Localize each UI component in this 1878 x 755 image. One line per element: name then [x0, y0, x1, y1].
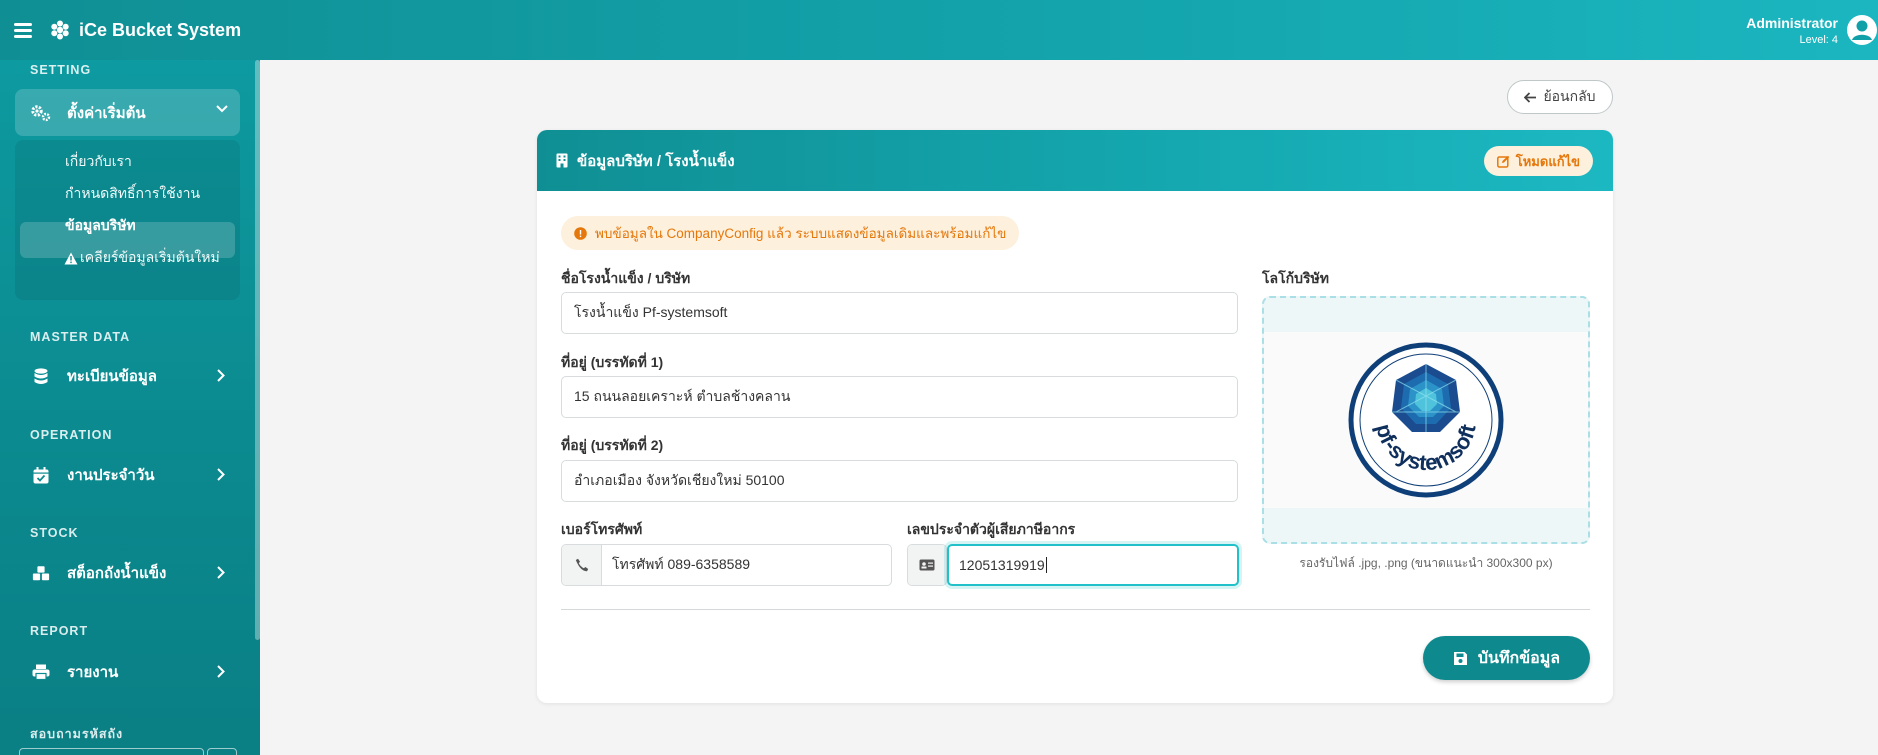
sidebar-item-registry[interactable]: ทะเบียนข้อมูล	[15, 356, 240, 396]
printer-icon	[32, 664, 50, 680]
company-logo: pf-systemsoft	[1348, 342, 1504, 498]
top-bar: iCe Bucket System Administrator Level: 4	[0, 0, 1878, 60]
bucket-code-input[interactable]	[19, 748, 204, 755]
hamburger-menu-icon[interactable]	[14, 22, 36, 38]
sidebar-item-label: ตั้งค่าเริ่มต้น	[67, 104, 146, 122]
submenu-item-about[interactable]: เกี่ยวกับเรา	[65, 151, 132, 173]
info-notice: พบข้อมูลใน CompanyConfig แล้ว ระบบแสดงข้…	[561, 216, 1020, 250]
sidebar-scrollbar[interactable]	[255, 60, 260, 640]
section-stock: STOCK	[30, 526, 79, 540]
notice-text: พบข้อมูลใน CompanyConfig แล้ว ระบบแสดงข้…	[595, 226, 1007, 241]
sidebar-item-label: งานประจำวัน	[67, 467, 155, 484]
sidebar-item-settings[interactable]: ตั้งค่าเริ่มต้น	[15, 89, 240, 136]
save-button[interactable]: บันทึกข้อมูล	[1423, 636, 1590, 680]
chevron-right-icon	[217, 665, 225, 678]
tax-id-addon	[907, 544, 947, 586]
submenu-item-clear[interactable]: เคลียร์ข้อมูลเริ่มต้นใหม่	[64, 247, 220, 269]
company-name-label: ชื่อโรงน้ำแข็ง / บริษัท	[561, 270, 691, 286]
cubes-icon	[32, 565, 50, 580]
logo-upload-area[interactable]: pf-systemsoft	[1262, 296, 1590, 544]
warning-icon	[64, 252, 78, 264]
bucket-search-button[interactable]	[207, 748, 237, 755]
gears-icon	[31, 104, 51, 121]
sidebar: SETTING ตั้งค่าเริ่มต้น เกี่ยวกับเรา กำห…	[0, 60, 260, 755]
calendar-check-icon	[33, 466, 49, 483]
address1-label: ที่อยู่ (บรรทัดที่ 1)	[561, 354, 664, 370]
id-card-icon	[919, 559, 935, 571]
user-name: Administrator	[1746, 14, 1838, 31]
building-icon	[556, 153, 568, 168]
section-lookup: สอบถามรหัสถัง	[30, 727, 124, 741]
section-setting: SETTING	[30, 63, 92, 77]
sidebar-item-daily[interactable]: งานประจำวัน	[15, 455, 240, 495]
save-icon	[1453, 651, 1467, 665]
card-title: ข้อมูลบริษัท / โรงน้ำแข็ง	[577, 152, 735, 170]
phone-field[interactable]: โทรศัพท์ 089-6358589	[561, 544, 892, 586]
sidebar-item-label: สต็อกถังน้ำแข็ง	[67, 565, 167, 582]
phone-value: โทรศัพท์ 089-6358589	[612, 556, 751, 572]
back-button[interactable]: ย้อนกลับ	[1507, 80, 1613, 114]
chevron-right-icon	[217, 468, 225, 481]
address1-field[interactable]: 15 ถนนลอยเคราะห์ ตำบลช้างคลาน	[561, 376, 1238, 418]
save-button-label: บันทึกข้อมูล	[1477, 649, 1561, 667]
logo-hint: รองรับไฟล์ .jpg, .png (ขนาดแนะนำ 300x300…	[1299, 556, 1553, 570]
info-icon	[574, 226, 587, 240]
address2-field[interactable]: อำเภอเมือง จังหวัดเชียงใหม่ 50100	[561, 460, 1238, 502]
submenu-item-company[interactable]: ข้อมูลบริษัท	[65, 215, 136, 237]
card-header: ข้อมูลบริษัท / โรงน้ำแข็ง โหมดแก้ไข	[537, 130, 1613, 191]
database-icon	[34, 367, 48, 384]
logo-preview: pf-systemsoft	[1264, 332, 1588, 508]
back-button-label: ย้อนกลับ	[1543, 88, 1596, 104]
text-caret	[1045, 557, 1047, 573]
snowflake-icon	[51, 20, 69, 40]
company-card: ข้อมูลบริษัท / โรงน้ำแข็ง โหมดแก้ไข พบข้…	[537, 130, 1613, 703]
section-report: REPORT	[30, 624, 89, 638]
edit-mode-badge[interactable]: โหมดแก้ไข	[1483, 146, 1593, 176]
chevron-right-icon	[217, 369, 225, 382]
tax-id-value: 12051319919	[959, 557, 1045, 573]
submenu-item-permissions[interactable]: กำหนดสิทธิ์การใช้งาน	[65, 183, 200, 205]
arrow-left-icon	[1524, 91, 1537, 103]
sidebar-item-label: รายงาน	[67, 664, 119, 681]
section-operation: OPERATION	[30, 428, 113, 442]
settings-submenu: เกี่ยวกับเรา กำหนดสิทธิ์การใช้งาน ข้อมูล…	[15, 140, 240, 300]
tax-id-input[interactable]: 12051319919	[947, 544, 1239, 586]
edit-mode-label: โหมดแก้ไข	[1515, 153, 1580, 169]
edit-icon	[1496, 155, 1510, 168]
phone-label: เบอร์โทรศัพท์	[561, 521, 643, 537]
user-level: Level: 4	[1799, 33, 1838, 46]
user-menu[interactable]: Administrator Level: 4	[1746, 0, 1878, 60]
company-name-field[interactable]: โรงน้ำแข็ง Pf-systemsoft	[561, 292, 1238, 334]
logo-label: โลโก้บริษัท	[1262, 270, 1329, 286]
address2-label: ที่อยู่ (บรรทัดที่ 2)	[561, 437, 664, 453]
chevron-right-icon	[217, 566, 225, 579]
app-title: iCe Bucket System	[79, 19, 242, 40]
phone-icon	[575, 558, 588, 572]
section-master-data: MASTER DATA	[30, 330, 131, 344]
brand[interactable]: iCe Bucket System	[50, 20, 241, 41]
tax-id-label: เลขประจำตัวผู้เสียภาษีอากร	[907, 521, 1076, 537]
sidebar-item-stock[interactable]: สต็อกถังน้ำแข็ง	[15, 553, 240, 593]
sidebar-item-label: ทะเบียนข้อมูล	[67, 368, 157, 385]
form-divider	[561, 609, 1590, 610]
submenu-item-label: เคลียร์ข้อมูลเริ่มต้นใหม่	[80, 249, 220, 265]
sidebar-item-report[interactable]: รายงาน	[15, 652, 240, 692]
user-avatar-icon[interactable]	[1846, 14, 1878, 46]
chevron-down-icon	[216, 105, 228, 113]
